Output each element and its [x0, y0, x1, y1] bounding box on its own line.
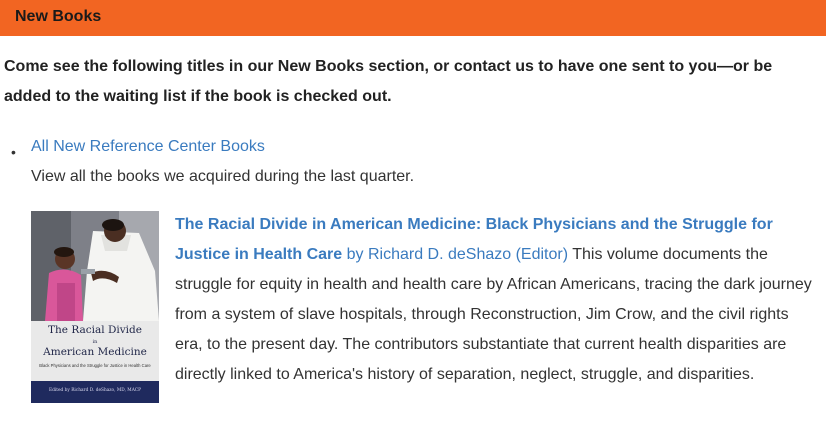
book-cover-image[interactable]: The Racial Divide in American Medicine B…	[31, 211, 159, 403]
book-author: by Richard D. deShazo (Editor)	[346, 246, 569, 263]
cover-photo	[31, 211, 159, 321]
cover-title-line1: The Racial Divide	[48, 324, 142, 336]
section-header-bar: New Books	[0, 0, 826, 36]
cover-title-line2: American Medicine	[43, 346, 147, 358]
book-description: This volume documents the struggle for e…	[175, 246, 812, 383]
section-title: New Books	[15, 8, 102, 25]
all-new-books-link[interactable]: All New Reference Center Books	[31, 136, 265, 158]
book-entry: The Racial Divide in American Medicine: …	[175, 210, 820, 390]
list-bullet: •	[11, 144, 16, 160]
cover-editors: Edited by Richard D. deShazo, MD, MACP	[49, 388, 141, 393]
cover-subtitle: Black Physicians and the Struggle for Ju…	[39, 363, 151, 368]
all-new-books-description: View all the books we acquired during th…	[31, 168, 415, 185]
cover-title-in: in	[92, 339, 98, 345]
intro-text: Come see the following titles in our New…	[4, 58, 773, 105]
